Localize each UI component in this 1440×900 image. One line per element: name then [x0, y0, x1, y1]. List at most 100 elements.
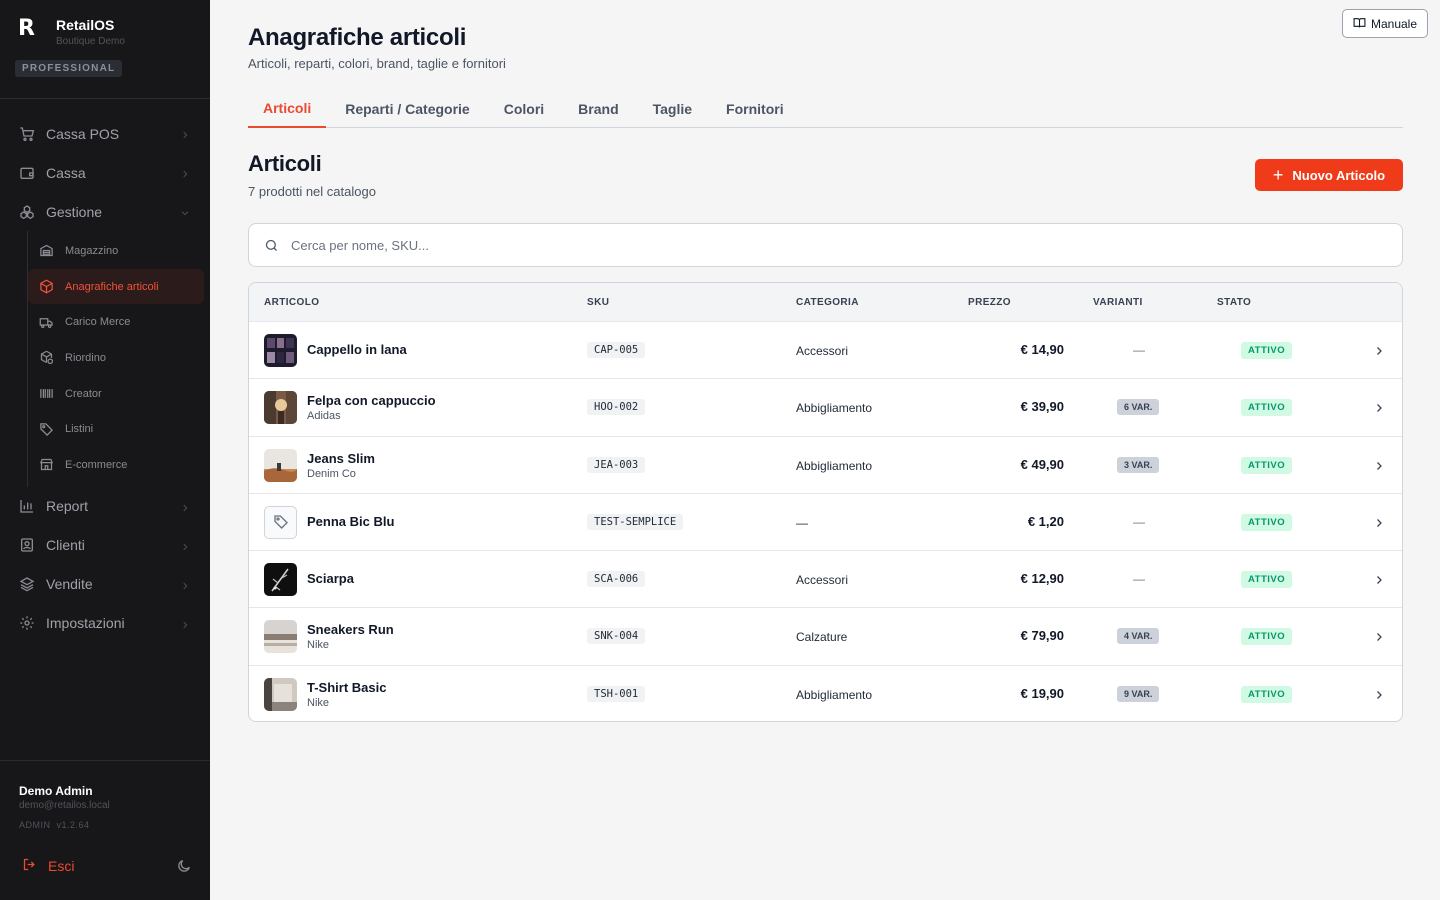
product-sku: TSH-001 [587, 685, 646, 702]
sidebar-nav: Cassa POS Cassa Gestione Magazzino Anagr… [0, 114, 210, 643]
sidebar-item-impostazioni[interactable]: Impostazioni [0, 604, 210, 643]
product-category: Abbigliamento [796, 401, 873, 416]
tab-colori[interactable]: Colori [489, 90, 559, 128]
table-row[interactable]: Sciarpa SCA-006 Accessori € 12,90 — ATTIVO [249, 551, 1402, 609]
chevron-right-icon [180, 617, 190, 629]
sidebar-item-label: Impostazioni [46, 615, 125, 632]
tag-icon [39, 422, 54, 437]
col-varianti[interactable]: VARIANTI [1093, 297, 1143, 308]
table-header: ARTICOLO SKU CATEGORIA PREZZO VARIANTI S… [249, 283, 1402, 322]
chevron-right-icon[interactable] [1373, 516, 1385, 528]
tab-articoli[interactable]: Articoli [248, 90, 327, 128]
product-name: T-Shirt Basic [307, 679, 387, 695]
sidebar-item-magazzino[interactable]: Magazzino [28, 233, 204, 269]
sidebar-item-anagrafiche-articoli[interactable]: Anagrafiche articoli [28, 268, 204, 305]
moon-icon[interactable] [176, 858, 192, 874]
sidebar-item-clienti[interactable]: Clienti [0, 526, 210, 565]
sidebar-item-listini[interactable]: Listini [28, 411, 204, 447]
col-categoria[interactable]: CATEGORIA [796, 297, 859, 308]
product-thumbnail [264, 448, 297, 482]
chevron-right-icon[interactable] [1373, 688, 1385, 700]
contact-icon [19, 537, 35, 553]
section-subtitle: 7 prodotti nel catalogo [248, 184, 376, 199]
chevron-right-icon[interactable] [1373, 459, 1385, 471]
product-price: € 1,20 [1027, 513, 1064, 529]
user-role: ADMIN v1.2.64 [19, 820, 110, 830]
product-sku: HOO-002 [587, 399, 646, 416]
sidebar-item-label: Carico Merce [65, 316, 131, 329]
chevron-right-icon[interactable] [1373, 344, 1385, 356]
warehouse-icon [39, 243, 54, 258]
col-articolo[interactable]: ARTICOLO [264, 297, 319, 308]
manual-label: Manuale [1370, 16, 1417, 31]
status-badge: ATTIVO [1241, 456, 1293, 474]
product-sku: SCA-006 [587, 571, 646, 588]
sidebar-item-label: Cassa POS [46, 125, 120, 142]
table-row[interactable]: Cappello in lana CAP-005 Accessori € 14,90 —… [249, 322, 1402, 380]
sidebar-item-cassa-pos[interactable]: Cassa POS [0, 114, 210, 153]
variants-empty: — [1133, 343, 1145, 357]
brand-subtitle: Boutique Demo [56, 36, 125, 47]
product-category: Calzature [796, 630, 848, 645]
product-category: Accessori [796, 344, 849, 358]
sidebar-item-creator[interactable]: Creator [28, 376, 204, 412]
chevron-right-icon[interactable] [1373, 573, 1385, 585]
product-price: € 12,90 [1020, 571, 1064, 587]
sidebar-item-label: Creator [65, 387, 102, 400]
status-badge: ATTIVO [1241, 399, 1293, 417]
tab-taglie[interactable]: Taglie [638, 90, 707, 128]
table-row[interactable]: Jeans Slim Denim Co JEA-003 Abbigliamento € … [249, 437, 1402, 494]
status-badge: ATTIVO [1241, 685, 1293, 703]
chevron-right-icon[interactable] [1373, 630, 1385, 642]
sidebar-item-report[interactable]: Report [0, 487, 210, 526]
product-thumbnail [264, 677, 297, 711]
chevron-right-icon [180, 500, 190, 512]
user-block: Demo Admin demo@retailos.local ADMIN v1.… [19, 784, 110, 830]
logout-button[interactable]: Esci [22, 857, 74, 875]
manual-button[interactable]: Manuale [1341, 9, 1428, 38]
product-price: € 49,90 [1020, 456, 1064, 472]
page-title: Anagrafiche articoli [248, 24, 467, 51]
product-brand: Nike [307, 696, 330, 709]
product-category: Abbigliamento [796, 687, 873, 702]
sidebar-item-cassa[interactable]: Cassa [0, 153, 210, 192]
new-article-button[interactable]: + Nuovo Articolo [1255, 159, 1403, 191]
product-price: € 14,90 [1020, 342, 1064, 357]
sidebar-item-e-commerce[interactable]: E-commerce [28, 447, 204, 483]
tab-reparti-categorie[interactable]: Reparti / Categorie [330, 90, 484, 128]
sidebar-item-carico-merce[interactable]: Carico Merce [28, 304, 204, 340]
package-refresh-icon [39, 350, 54, 365]
product-price: € 39,90 [1020, 399, 1064, 415]
settings-icon [19, 615, 35, 631]
chevron-right-icon[interactable] [1373, 401, 1385, 413]
sidebar-item-vendite[interactable]: Vendite [0, 565, 210, 604]
table-row[interactable]: Felpa con cappuccio Adidas HOO-002 Abbiglia… [249, 379, 1402, 437]
product-category: Abbigliamento [796, 458, 873, 473]
chevron-down-icon [180, 205, 190, 216]
table-row[interactable]: Sneakers Run Nike SNK-004 Calzature € 79,90 4… [249, 608, 1402, 666]
product-name: Jeans Slim [307, 450, 375, 466]
chevron-right-icon [180, 539, 190, 551]
col-stato[interactable]: STATO [1217, 297, 1251, 308]
col-prezzo[interactable]: PREZZO [968, 297, 1011, 308]
barcode-icon [39, 386, 54, 401]
sidebar-divider [0, 760, 210, 761]
logout-icon [22, 857, 37, 875]
sidebar-item-gestione[interactable]: Gestione [0, 192, 210, 231]
table-row[interactable]: T-Shirt Basic Nike TSH-001 Abbigliamento € 1… [249, 666, 1402, 721]
search-input[interactable] [291, 237, 1191, 253]
articles-table: ARTICOLO SKU CATEGORIA PREZZO VARIANTI S… [248, 282, 1403, 722]
product-sku: TEST-SEMPLICE [587, 513, 684, 530]
sidebar-item-label: Vendite [46, 576, 93, 593]
table-row[interactable]: Penna Bic Blu TEST-SEMPLICE — € 1,20 — ATTIVO [249, 494, 1402, 552]
status-badge: ATTIVO [1241, 513, 1293, 531]
sidebar-item-label: Riordino [65, 351, 106, 364]
sidebar-item-riordino[interactable]: Riordino [28, 340, 204, 376]
product-name: Sciarpa [307, 571, 354, 587]
col-sku[interactable]: SKU [587, 297, 609, 308]
tab-brand[interactable]: Brand [563, 90, 633, 128]
brand-name: RetailOS [56, 17, 115, 33]
plan-badge: PROFESSIONAL [15, 60, 123, 77]
tab-fornitori[interactable]: Fornitori [711, 90, 799, 128]
product-brand: Denim Co [307, 467, 356, 480]
